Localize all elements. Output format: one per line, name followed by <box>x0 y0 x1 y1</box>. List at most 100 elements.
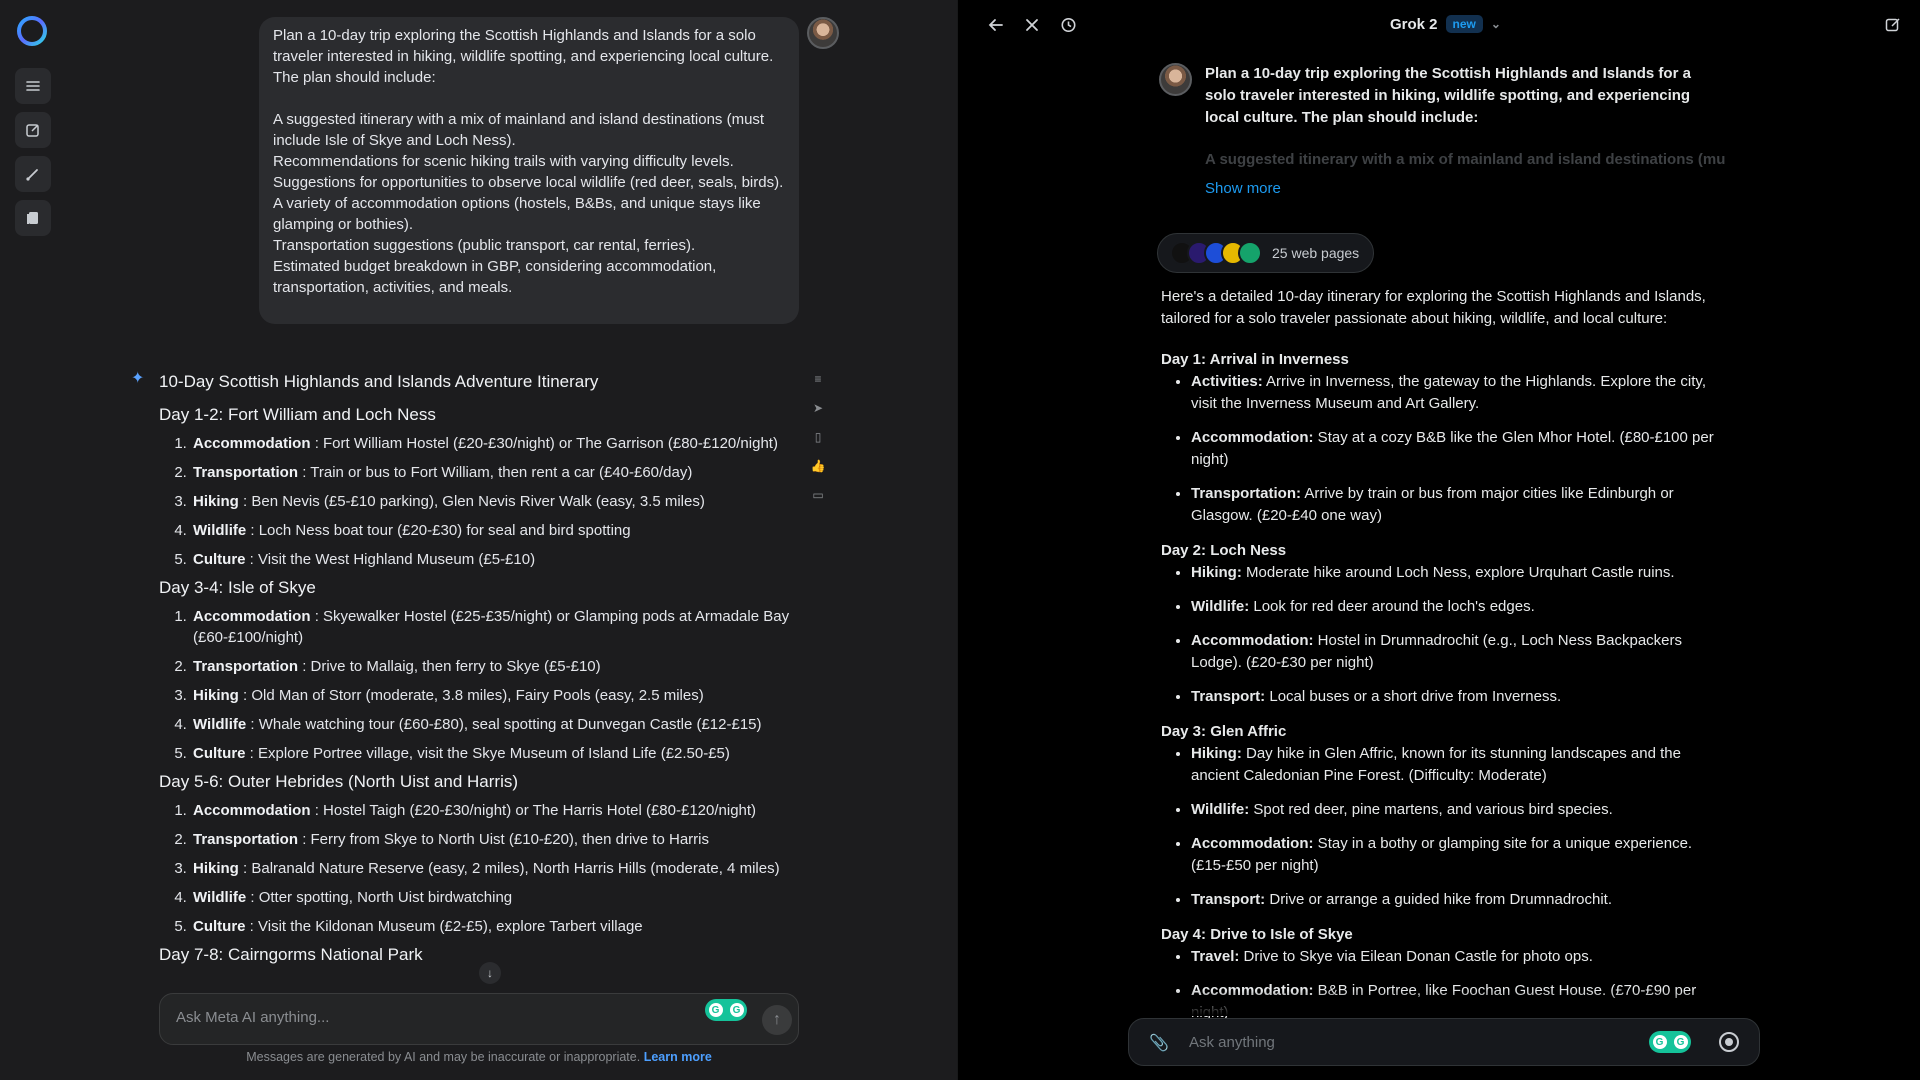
day-heading: Day 2: Loch Ness <box>1161 542 1287 559</box>
meta-ai-input-box: GG ↑ <box>159 993 799 1045</box>
disclaimer: Messages are generated by AI and may be … <box>159 1050 799 1064</box>
list-item: Hiking : Ben Nevis (£5-£10 parking), Gle… <box>191 491 799 512</box>
list-item: Wildlife: Look for red deer around the l… <box>1191 596 1716 618</box>
day-list: Hiking: Moderate hike around Loch Ness, … <box>1161 562 1716 708</box>
grammarly-icon[interactable]: GG <box>1649 1031 1691 1053</box>
user-prompt-bubble: Plan a 10-day trip exploring the Scottis… <box>259 17 799 324</box>
brush-icon <box>26 169 38 181</box>
prompt-item: A variety of accommodation options (host… <box>273 195 761 233</box>
sources-icon[interactable]: ≡ <box>807 368 829 390</box>
list-item: Wildlife : Loch Ness boat tour (£20-£30)… <box>191 520 799 541</box>
history-button[interactable] <box>1057 14 1079 36</box>
paperclip-icon[interactable]: 📎 <box>1149 1033 1169 1053</box>
menu-button[interactable] <box>15 68 51 104</box>
hamburger-icon <box>26 81 40 91</box>
chevron-down-icon: ⌄ <box>1490 17 1501 31</box>
list-item: Transportation : Drive to Mallaig, then … <box>191 656 799 677</box>
section-heading: Day 3-4: Isle of Skye <box>159 578 316 597</box>
section-heading: Day 7-8: Cairngorms National Park <box>159 945 423 964</box>
arrow-left-icon <box>988 19 1003 31</box>
library-icon <box>27 212 38 224</box>
list-item: Hiking : Old Man of Storr (moderate, 3.8… <box>191 685 799 706</box>
user-avatar <box>1159 63 1192 96</box>
new-badge: new <box>1445 15 1483 33</box>
prompt-text: Plan a 10-day trip exploring the Scottis… <box>1205 65 1691 126</box>
list-item: Transport: Drive or arrange a guided hik… <box>1191 889 1716 911</box>
day-heading: Day 1: Arrival in Inverness <box>1161 351 1349 368</box>
imagine-button[interactable] <box>15 156 51 192</box>
prompt-item: Transportation suggestions (public trans… <box>273 237 696 254</box>
list-item: Culture : Explore Portree village, visit… <box>191 743 799 764</box>
new-chat-button[interactable] <box>15 112 51 148</box>
section-list: Accommodation : Skyewalker Hostel (£25-£… <box>159 606 799 764</box>
prompt-intro: Plan a 10-day trip exploring the Scottis… <box>273 27 774 86</box>
model-selector[interactable]: Grok 2 new ⌄ <box>1390 15 1501 33</box>
list-item: Transport: Local buses or a short drive … <box>1191 686 1716 708</box>
day-list: Hiking: Day hike in Glen Affric, known f… <box>1161 743 1716 911</box>
list-item: Accommodation : Fort William Hostel (£20… <box>191 433 799 454</box>
favicon-icon <box>1238 241 1262 265</box>
day-heading: Day 4: Drive to Isle of Skye <box>1161 926 1353 943</box>
history-icon <box>1061 18 1076 32</box>
user-avatar[interactable] <box>807 17 839 49</box>
meta-ai-logo-icon[interactable] <box>15 14 49 48</box>
section-list: Accommodation : Fort William Hostel (£20… <box>159 433 799 570</box>
list-item: Hiking: Day hike in Glen Affric, known f… <box>1191 743 1716 787</box>
send-button[interactable]: ↑ <box>762 1005 792 1035</box>
grok-response: Here's a detailed 10-day itinerary for e… <box>1161 286 1716 1037</box>
list-item: Culture : Visit the West Highland Museum… <box>191 549 799 570</box>
prompt-item: A suggested itinerary with a mix of main… <box>273 111 765 149</box>
day-list: Activities: Arrive in Inverness, the gat… <box>1161 371 1716 527</box>
model-name: Grok 2 <box>1390 15 1438 33</box>
section-heading: Day 1-2: Fort William and Loch Ness <box>159 405 436 424</box>
prompt-item: Suggestions for opportunities to observe… <box>273 174 784 191</box>
thumbs-up-icon[interactable]: 👍 <box>807 455 829 477</box>
list-item: Transportation : Ferry from Skye to Nort… <box>191 829 799 850</box>
list-item: Wildlife : Whale watching tour (£60-£80)… <box>191 714 799 735</box>
meta-ai-sidebar <box>0 0 66 1080</box>
sources-label: 25 web pages <box>1272 245 1360 261</box>
list-item: Accommodation: Stay at a cozy B&B like t… <box>1191 427 1716 471</box>
meta-ai-response: 10-Day Scottish Highlands and Islands Ad… <box>159 372 799 973</box>
compose-icon <box>26 124 39 137</box>
section-heading: Day 5-6: Outer Hebrides (North Uist and … <box>159 772 519 791</box>
section-list: Accommodation : Hostel Taigh (£20-£30/ni… <box>159 800 799 937</box>
prompt-faded-text: A suggested itinerary with a mix of main… <box>1205 151 1725 168</box>
source-favicons <box>1170 241 1262 265</box>
learn-more-link[interactable]: Learn more <box>644 1050 712 1064</box>
close-button[interactable] <box>1021 14 1043 36</box>
response-title: 10-Day Scottish Highlands and Islands Ad… <box>159 372 599 391</box>
feedback-icon[interactable]: ▭ <box>807 484 829 506</box>
close-icon <box>1026 19 1038 31</box>
response-intro: Here's a detailed 10-day itinerary for e… <box>1161 288 1706 327</box>
disclaimer-text: Messages are generated by AI and may be … <box>246 1050 641 1064</box>
scroll-down-button[interactable]: ↓ <box>479 962 501 984</box>
list-item: Transportation: Arrive by train or bus f… <box>1191 483 1716 527</box>
list-item: Wildlife: Spot red deer, pine martens, a… <box>1191 799 1716 821</box>
share-icon[interactable]: ➤ <box>807 397 829 419</box>
bottom-fade <box>958 990 1920 1016</box>
prompt-item: Recommendations for scenic hiking trails… <box>273 153 734 170</box>
grok-chat-input[interactable] <box>1187 1033 1631 1052</box>
meta-ai-sparkle-icon: ✦ <box>131 370 145 387</box>
show-more-link[interactable]: Show more <box>1205 180 1281 197</box>
list-item: Hiking: Moderate hike around Loch Ness, … <box>1191 562 1716 584</box>
grammarly-icon[interactable]: GG <box>705 999 747 1021</box>
grok-input-box: 📎 GG <box>1128 1018 1760 1066</box>
back-button[interactable] <box>985 14 1007 36</box>
meta-ai-chat-input[interactable] <box>174 1008 698 1027</box>
list-item: Accommodation: Stay in a bothy or glampi… <box>1191 833 1716 877</box>
prompt-item: Estimated budget breakdown in GBP, consi… <box>273 258 717 296</box>
web-sources-button[interactable]: 25 web pages <box>1157 233 1375 273</box>
new-chat-button[interactable] <box>1882 14 1904 36</box>
list-item: Accommodation : Skyewalker Hostel (£25-£… <box>191 606 799 648</box>
copy-icon[interactable]: ▯ <box>807 426 829 448</box>
compose-icon <box>1885 18 1900 32</box>
voice-mode-icon[interactable] <box>1719 1032 1739 1052</box>
day-heading: Day 3: Glen Affric <box>1161 723 1287 740</box>
response-actions: ≡ ➤ ▯ 👍 ▭ <box>807 368 831 513</box>
library-button[interactable] <box>15 200 51 236</box>
list-item: Travel: Drive to Skye via Eilean Donan C… <box>1191 946 1716 968</box>
list-item: Culture : Visit the Kildonan Museum (£2-… <box>191 916 799 937</box>
grok-pane: Grok 2 new ⌄ Plan a 10-day trip explorin… <box>958 0 1920 1080</box>
